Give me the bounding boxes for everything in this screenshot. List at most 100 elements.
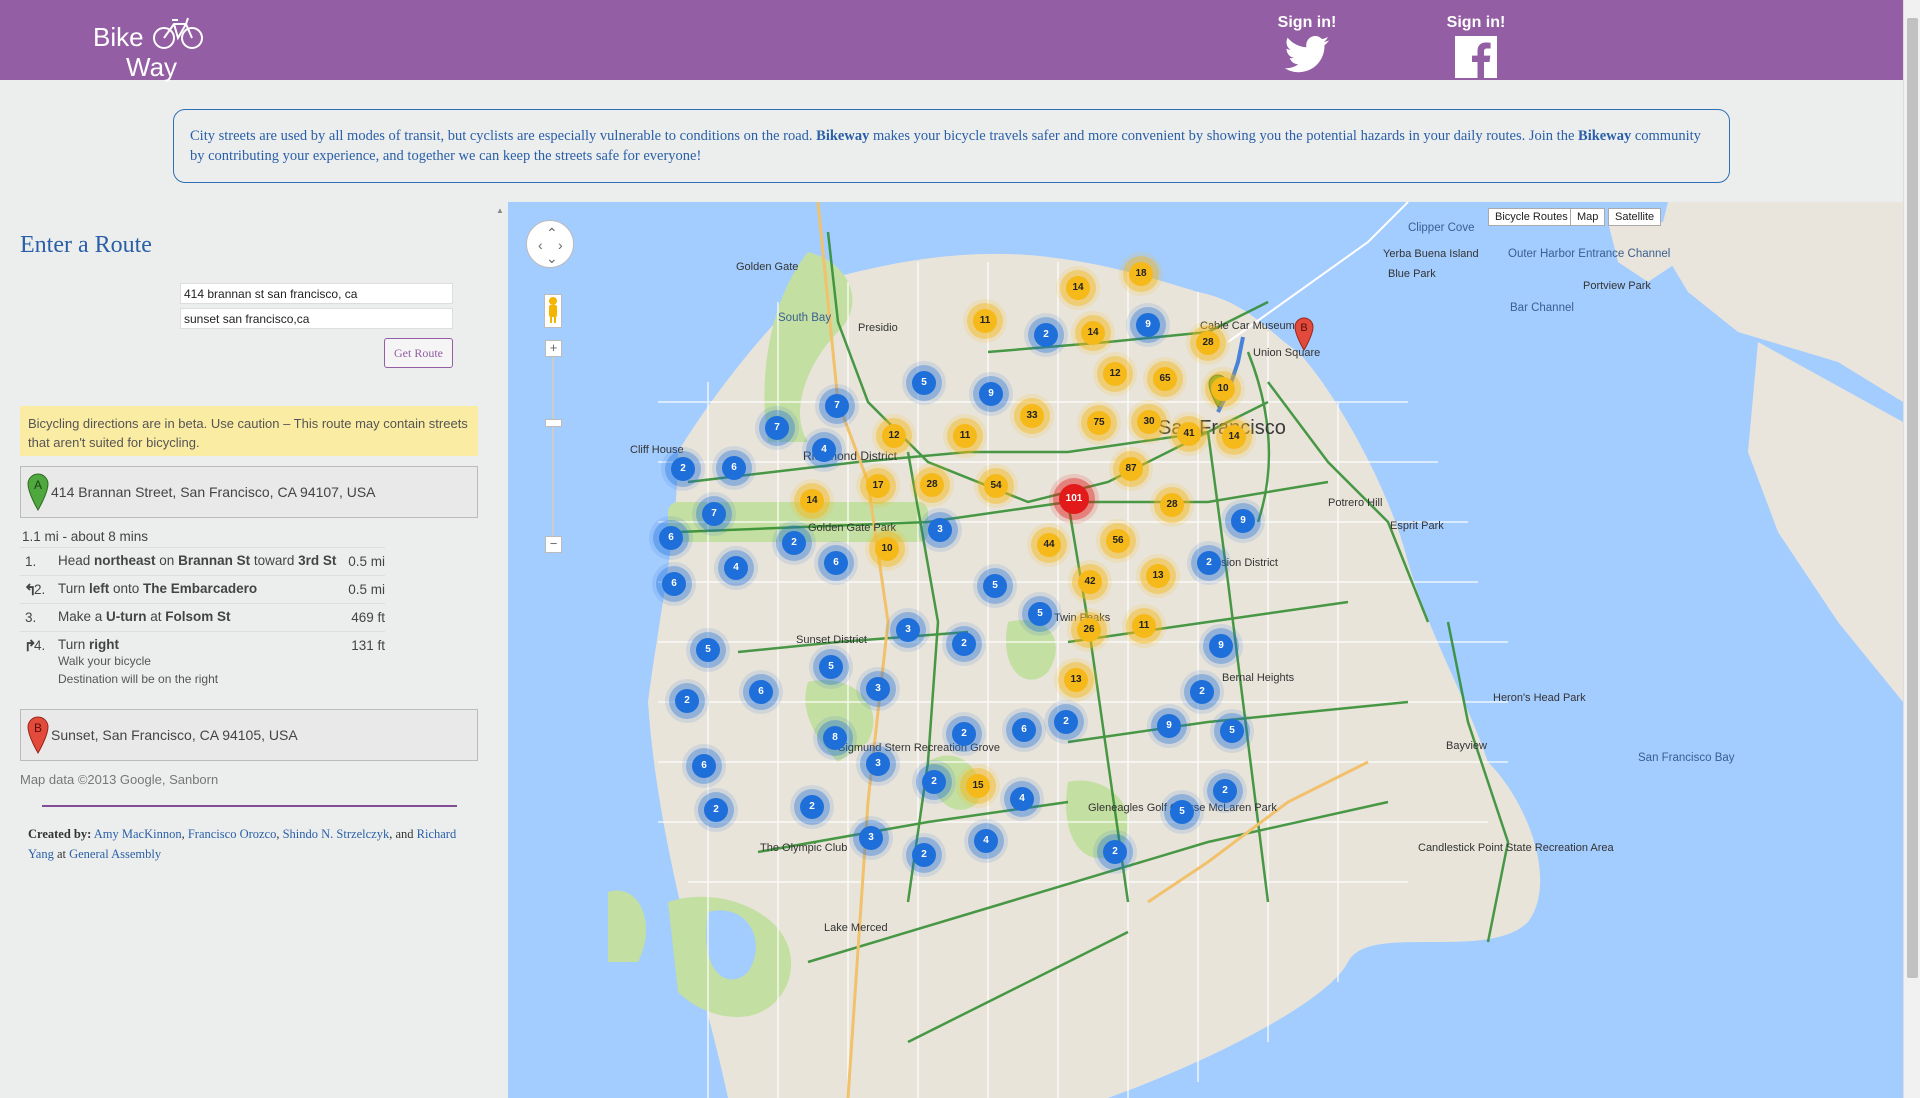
hazard-cluster-marker[interactable]: 6: [749, 680, 773, 704]
hazard-cluster-marker[interactable]: 28: [1196, 331, 1220, 355]
hazard-cluster-marker[interactable]: 15: [966, 774, 990, 798]
hazard-cluster-marker[interactable]: 5: [696, 638, 720, 662]
hazard-cluster-marker[interactable]: 14: [1222, 425, 1246, 449]
hazard-cluster-marker[interactable]: 2: [671, 457, 695, 481]
hazard-cluster-marker[interactable]: 28: [1160, 493, 1184, 517]
hazard-cluster-marker[interactable]: 6: [1012, 718, 1036, 742]
map[interactable]: Bicycle Routes Map Satellite ‹ › ⌃ ⌄ + −…: [508, 202, 1903, 1098]
pan-down-icon[interactable]: ⌄: [546, 251, 558, 265]
hazard-cluster-marker[interactable]: 2: [704, 798, 728, 822]
hazard-cluster-marker[interactable]: 18: [1129, 262, 1153, 286]
hazard-cluster-marker[interactable]: 11: [953, 424, 977, 448]
hazard-cluster-marker[interactable]: 2: [952, 632, 976, 656]
hazard-cluster-marker[interactable]: 7: [702, 502, 726, 526]
hazard-cluster-marker[interactable]: 7: [825, 394, 849, 418]
hazard-cluster-marker[interactable]: 13: [1064, 668, 1088, 692]
scroll-up-arrow-icon[interactable]: ▲: [496, 206, 504, 215]
hazard-cluster-marker[interactable]: 6: [722, 456, 746, 480]
hazard-cluster-marker[interactable]: 2: [952, 722, 976, 746]
hazard-cluster-marker[interactable]: 3: [866, 752, 890, 776]
hazard-cluster-marker[interactable]: 4: [974, 829, 998, 853]
street-view-pegman-icon[interactable]: [544, 294, 562, 328]
page-scrollbar-thumb[interactable]: [1907, 18, 1918, 978]
hazard-cluster-marker[interactable]: 11: [973, 309, 997, 333]
twitter-signin-button[interactable]: Sign in!: [1272, 14, 1342, 74]
hazard-cluster-marker[interactable]: 101: [1059, 484, 1089, 514]
hazard-cluster-marker[interactable]: 2: [1197, 551, 1221, 575]
hazard-cluster-marker[interactable]: 54: [984, 474, 1008, 498]
hazard-cluster-marker[interactable]: 2: [1103, 840, 1127, 864]
hazard-cluster-marker[interactable]: 14: [1066, 276, 1090, 300]
hazard-cluster-marker[interactable]: 5: [1028, 602, 1052, 626]
get-route-button[interactable]: Get Route: [384, 338, 453, 368]
direction-step[interactable]: ↰ 2. Turn left onto The Embarcadero 0.5 …: [20, 575, 385, 603]
hazard-cluster-marker[interactable]: 4: [812, 438, 836, 462]
bicycle-routes-button[interactable]: Bicycle Routes: [1488, 208, 1575, 226]
route-end-marker-icon[interactable]: B: [1294, 317, 1314, 351]
hazard-cluster-marker[interactable]: 5: [1170, 800, 1194, 824]
hazard-cluster-marker[interactable]: 2: [1190, 680, 1214, 704]
hazard-cluster-marker[interactable]: 9: [1157, 714, 1181, 738]
hazard-cluster-marker[interactable]: 3: [896, 618, 920, 642]
hazard-cluster-marker[interactable]: 3: [928, 518, 952, 542]
hazard-cluster-marker[interactable]: 9: [1209, 634, 1233, 658]
hazard-cluster-marker[interactable]: 6: [659, 526, 683, 550]
hazard-cluster-marker[interactable]: 5: [819, 655, 843, 679]
hazard-cluster-marker[interactable]: 9: [979, 382, 1003, 406]
hazard-cluster-marker[interactable]: 14: [1081, 321, 1105, 345]
author-link[interactable]: Amy MacKinnon: [94, 827, 182, 841]
hazard-cluster-marker[interactable]: 87: [1119, 457, 1143, 481]
hazard-cluster-marker[interactable]: 13: [1146, 564, 1170, 588]
pan-up-icon[interactable]: ⌃: [546, 226, 558, 240]
hazard-cluster-marker[interactable]: 2: [800, 795, 824, 819]
hazard-cluster-marker[interactable]: 75: [1087, 411, 1111, 435]
hazard-cluster-marker[interactable]: 2: [922, 770, 946, 794]
direction-step[interactable]: ↱ 4. Turn right 131 ft Walk your bicycle…: [20, 631, 385, 693]
facebook-signin-button[interactable]: Sign in!: [1441, 14, 1511, 78]
destination-input[interactable]: [180, 308, 453, 329]
hazard-cluster-marker[interactable]: 6: [662, 572, 686, 596]
hazard-cluster-marker[interactable]: 12: [882, 424, 906, 448]
author-link[interactable]: Shindo N. Strzelczyk: [283, 827, 390, 841]
zoom-out-button[interactable]: −: [545, 536, 562, 553]
hazard-cluster-marker[interactable]: 7: [765, 416, 789, 440]
hazard-cluster-marker[interactable]: 6: [692, 754, 716, 778]
hazard-cluster-marker[interactable]: 10: [1211, 377, 1235, 401]
hazard-cluster-marker[interactable]: 11: [1132, 614, 1156, 638]
direction-step[interactable]: 3. Make a U-turn at Folsom St 469 ft: [20, 603, 385, 631]
hazard-cluster-marker[interactable]: 2: [675, 689, 699, 713]
zoom-slider-thumb[interactable]: [545, 419, 562, 427]
hazard-cluster-marker[interactable]: 41: [1177, 422, 1201, 446]
hazard-cluster-marker[interactable]: 4: [1010, 787, 1034, 811]
hazard-cluster-marker[interactable]: 26: [1077, 618, 1101, 642]
hazard-cluster-marker[interactable]: 5: [983, 574, 1007, 598]
hazard-cluster-marker[interactable]: 3: [866, 677, 890, 701]
hazard-cluster-marker[interactable]: 9: [1231, 509, 1255, 533]
hazard-cluster-marker[interactable]: 2: [912, 843, 936, 867]
hazard-cluster-marker[interactable]: 2: [1034, 323, 1058, 347]
map-type-map-button[interactable]: Map: [1570, 208, 1606, 226]
bikeway-logo[interactable]: Bike Way: [90, 12, 210, 82]
hazard-cluster-marker[interactable]: 12: [1103, 362, 1127, 386]
hazard-cluster-marker[interactable]: 2: [1054, 710, 1078, 734]
hazard-cluster-marker[interactable]: 6: [824, 551, 848, 575]
hazard-cluster-marker[interactable]: 8: [823, 726, 847, 750]
hazard-cluster-marker[interactable]: 2: [1213, 779, 1237, 803]
author-link[interactable]: Francisco Orozco: [188, 827, 277, 841]
page-scrollbar[interactable]: [1903, 0, 1920, 1098]
org-link[interactable]: General Assembly: [69, 847, 161, 861]
map-type-satellite-button[interactable]: Satellite: [1608, 208, 1662, 226]
hazard-cluster-marker[interactable]: 44: [1037, 533, 1061, 557]
hazard-cluster-marker[interactable]: 10: [875, 537, 899, 561]
pan-left-icon[interactable]: ‹: [538, 238, 543, 252]
hazard-cluster-marker[interactable]: 33: [1020, 404, 1044, 428]
hazard-cluster-marker[interactable]: 4: [724, 556, 748, 580]
hazard-cluster-marker[interactable]: 28: [920, 473, 944, 497]
hazard-cluster-marker[interactable]: 65: [1153, 367, 1177, 391]
hazard-cluster-marker[interactable]: 9: [1136, 313, 1160, 337]
zoom-slider-track[interactable]: [552, 348, 554, 548]
hazard-cluster-marker[interactable]: 5: [1220, 719, 1244, 743]
hazard-cluster-marker[interactable]: 14: [800, 489, 824, 513]
hazard-cluster-marker[interactable]: 30: [1137, 410, 1161, 434]
end-address[interactable]: B Sunset, San Francisco, CA 94105, USA: [20, 709, 478, 761]
